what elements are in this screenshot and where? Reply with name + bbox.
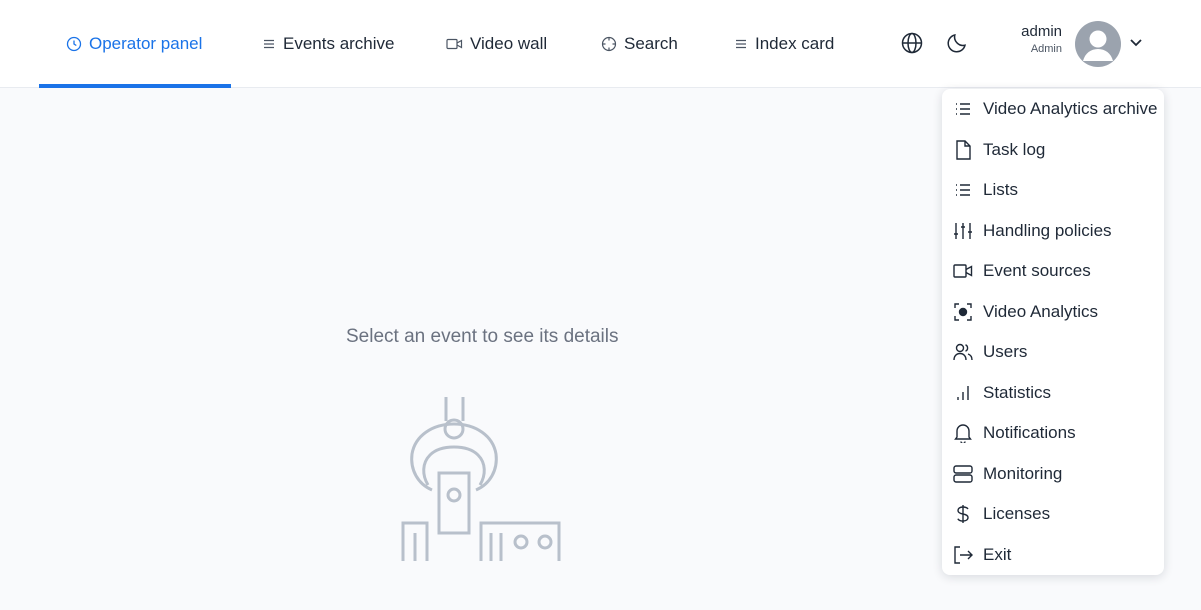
menu-item-exit[interactable]: Exit	[942, 535, 1164, 575]
menu-item-label: Handling policies	[983, 221, 1112, 240]
globe-icon[interactable]	[900, 31, 924, 55]
tab-search[interactable]: Search	[601, 0, 678, 88]
menu-item-label: Event sources	[983, 261, 1091, 280]
menu-item-label: Notifications	[983, 423, 1076, 442]
menu-item-lists[interactable]: Lists	[942, 170, 1164, 210]
menu-item-label: Task log	[983, 140, 1046, 159]
menu-item-label: Statistics	[983, 383, 1052, 402]
menu-item-label: Video Analytics archive	[983, 99, 1158, 118]
menu-item-label: Users	[983, 342, 1028, 361]
video-camera-icon	[953, 261, 973, 281]
clock-icon	[66, 36, 82, 52]
menu-item-video-analytics-archive[interactable]: Video Analytics archive	[942, 89, 1164, 129]
bell-icon	[953, 423, 973, 443]
tab-label: Video wall	[470, 34, 548, 53]
menu-item-monitoring[interactable]: Monitoring	[942, 454, 1164, 494]
menu-item-statistics[interactable]: Statistics	[942, 373, 1164, 413]
chevron-down-icon[interactable]	[1127, 33, 1145, 51]
user-dropdown-menu: Video Analytics archive Task log Lists H…	[942, 89, 1164, 575]
bar-chart-icon	[953, 383, 973, 403]
menu-item-label: Lists	[983, 180, 1018, 199]
tab-events-archive[interactable]: Events archive	[262, 0, 395, 88]
tab-operator-panel[interactable]: Operator panel	[66, 0, 202, 88]
focus-icon	[953, 302, 973, 322]
robotic-arm-illustration	[398, 395, 564, 567]
menu-item-video-analytics[interactable]: Video Analytics	[942, 292, 1164, 332]
user-name: admin	[1021, 23, 1062, 40]
tab-label: Index card	[755, 34, 835, 53]
menu-item-licenses[interactable]: Licenses	[942, 494, 1164, 534]
tab-label: Search	[624, 34, 678, 53]
dollar-icon	[953, 504, 973, 524]
menu-item-handling-policies[interactable]: Handling policies	[942, 211, 1164, 251]
menu-item-label: Monitoring	[983, 464, 1063, 483]
menu-item-task-log[interactable]: Task log	[942, 130, 1164, 170]
empty-state-message: Select an event to see its details	[346, 326, 619, 347]
list-icon	[953, 180, 973, 200]
menu-item-users[interactable]: Users	[942, 332, 1164, 372]
video-camera-icon	[446, 37, 463, 51]
crosshair-icon	[601, 36, 617, 52]
tab-video-wall[interactable]: Video wall	[446, 0, 547, 88]
menu-item-event-sources[interactable]: Event sources	[942, 251, 1164, 291]
tab-label: Events archive	[283, 34, 395, 53]
sliders-icon	[953, 221, 973, 241]
tab-label: Operator panel	[89, 34, 203, 53]
list-icon	[953, 99, 973, 119]
list-icon	[262, 37, 276, 51]
logout-icon	[953, 545, 973, 565]
users-icon	[953, 342, 973, 362]
menu-item-label: Licenses	[983, 504, 1051, 523]
moon-icon[interactable]	[945, 31, 969, 55]
top-bar: Operator panel Events archive Video wall…	[0, 0, 1201, 88]
avatar[interactable]	[1075, 21, 1121, 67]
menu-item-notifications[interactable]: Notifications	[942, 413, 1164, 453]
user-info[interactable]: admin Admin	[1010, 22, 1062, 56]
list-icon	[734, 37, 748, 51]
file-icon	[953, 140, 973, 160]
server-icon	[953, 464, 973, 484]
tab-index-card[interactable]: Index card	[734, 0, 834, 88]
user-role: Admin	[1030, 43, 1062, 55]
menu-item-label: Video Analytics	[983, 302, 1098, 321]
active-tab-indicator	[39, 84, 231, 88]
menu-item-label: Exit	[983, 545, 1012, 564]
